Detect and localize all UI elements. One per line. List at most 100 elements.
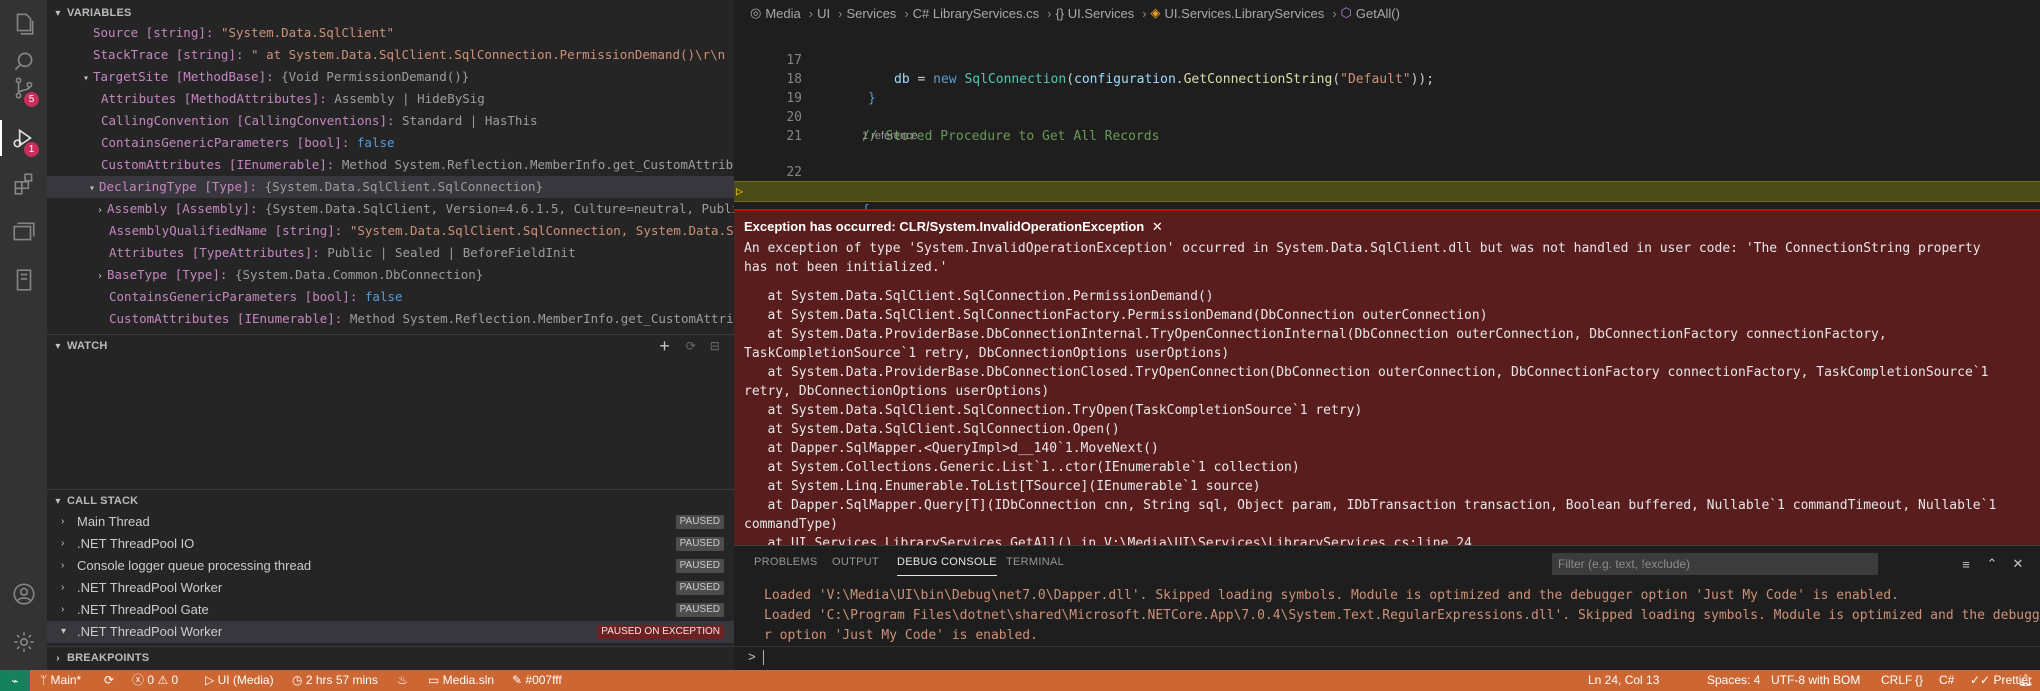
variable-row[interactable]: ContainsGenericParameters [bool]: false [47,286,734,308]
color-indicator[interactable]: ✎ #007fff [512,670,562,691]
problems-indicator[interactable]: ⓧ 0 ⚠ 0 [132,670,178,691]
status-bar: ⌁ ᛘ Main* ⟳ ⓧ 0 ⚠ 0 ▷ UI (Media) ◷ 2 hrs… [0,670,2040,691]
variable-row[interactable]: › Assembly [Assembly]: {System.Data.SqlCl… [47,198,734,220]
line-ending[interactable]: CRLF [1881,670,1912,691]
braces-icon[interactable]: {} [1915,670,1923,691]
variable-row[interactable]: Attributes [MethodAttributes]: Assembly … [47,88,734,110]
extensions-icon[interactable] [0,160,47,208]
console-output-line: r option 'Just My Code' is enabled. [764,628,1038,643]
thread-row[interactable]: › .NET ThreadPool Gate PAUSED [47,599,734,621]
variable-row[interactable]: Attributes [TypeAttributes]: Public | Se… [47,242,734,264]
variable-row[interactable]: ▾ TargetSite [MethodBase]: {Void Permissi… [47,66,734,88]
chevron-right-icon: › [61,516,65,527]
console-filter-input[interactable]: Filter (e.g. text, !exclude) [1552,553,1878,575]
chevron-right-icon: › [61,604,65,615]
thread-row[interactable]: › .NET ThreadPool IO PAUSED [47,533,734,555]
source-control-badge: 5 [24,92,39,107]
call-stack-section-header[interactable]: ▾ CALL STACK [47,489,734,512]
cursor-position[interactable]: Ln 24, Col 13 [1588,670,1659,691]
variables-section-header[interactable]: ▾ VARIABLES [47,2,734,24]
code-line[interactable]: 18 } [734,51,2040,106]
source-control-icon[interactable]: 5 [0,64,47,112]
variable-row[interactable]: CustomAttributes [IEnumerable]: Method S… [47,154,734,176]
stack-trace-line: at System.Linq.Enumerable.ToList[TSource… [744,479,1261,494]
flame-icon[interactable]: ♨ [397,670,408,691]
breadcrumb-item[interactable]: UI [817,6,830,21]
variable-row[interactable]: CallingConvention [CallingConventions]: … [47,110,734,132]
code-line[interactable]: 20 // Stored Procedure to Get All Record… [734,89,2040,144]
code-line-current[interactable]: ▷ 24 ● ▷ return db.Query<Libraries>("spG… [734,182,2040,294]
session-timer[interactable]: ◷ 2 hrs 57 mins [292,670,378,691]
exception-widget: Exception has occurred: CLR/System.Inval… [734,209,2040,549]
chevron-up-icon[interactable]: ⌃ [1982,554,2002,574]
tab-output[interactable]: OUTPUT [832,556,879,568]
code-line[interactable]: 19 [734,70,2040,106]
debug-icon: ▷ [205,673,218,687]
accounts-icon[interactable] [0,570,47,618]
variable-row[interactable]: StackTrace [string]: " at System.Data.Sq… [47,44,734,66]
bottom-panel: PROBLEMS OUTPUT DEBUG CONSOLE TERMINAL F… [734,545,2040,671]
codelens-references[interactable]: 1 reference [862,130,918,142]
remote-explorer-icon[interactable] [0,208,47,256]
chevron-down-icon: ▾ [55,7,61,19]
close-icon[interactable]: ✕ [1152,219,1163,234]
breadcrumb-item[interactable]: UI.Services.LibraryServices [1165,6,1325,21]
stack-trace-line: at System.Data.ProviderBase.DbConnection… [744,327,1895,361]
console-input[interactable]: > [734,646,2040,669]
search-icon[interactable] [0,6,47,71]
chevron-right-icon: › [96,271,104,282]
close-panel-icon[interactable]: ✕ [2008,554,2028,574]
branch-indicator[interactable]: ᛘ Main* [40,670,81,691]
variable-row[interactable]: › BaseType [Type]: {System.Data.Common.Db… [47,264,734,286]
tab-terminal[interactable]: TERMINAL [1006,556,1064,568]
chevron-down-icon: ▾ [61,626,67,637]
breadcrumb-item[interactable]: Services [846,6,896,21]
testing-icon[interactable] [0,256,47,304]
indentation[interactable]: Spaces: 4 [1707,670,1760,691]
watch-section-header[interactable]: ▾ WATCH + ⟳ ⊟ [47,334,734,357]
stack-trace-line: at System.Data.SqlClient.SqlConnection.T… [744,403,1363,418]
double-check-icon: ✓✓ [1970,673,1994,687]
variable-row[interactable]: ▾ DeclaringType [Type]: {System.Data.SqlC… [47,176,734,198]
sync-icon[interactable]: ⟳ [104,670,114,691]
breakpoints-section-header[interactable]: › BREAKPOINTS [47,646,734,669]
manage-gear-icon[interactable] [0,618,47,666]
stack-trace-line: at System.Data.SqlClient.SqlConnection.P… [744,289,1214,304]
variable-row[interactable]: AssemblyQualifiedName [string]: "System.… [47,220,734,242]
breadcrumb-item[interactable]: C# LibraryServices.cs [913,6,1039,21]
solution-indicator[interactable]: ▭ Media.sln [428,670,494,691]
refresh-icon[interactable]: ⟳ [686,339,696,353]
code-line[interactable]: 23 { [734,163,2040,218]
code-line[interactable]: 21 [734,108,2040,144]
status-badge: PAUSED [675,559,724,573]
add-expression-icon[interactable]: + [659,336,670,357]
debug-target[interactable]: ▷ UI (Media) [205,670,274,691]
folder-icon: ◎ [750,5,762,20]
variable-row[interactable]: Source [string]: "System.Data.SqlClient" [47,22,734,44]
thread-row[interactable]: › .NET ThreadPool Worker PAUSED [47,577,734,599]
remote-indicator-icon[interactable]: ⌁ [0,670,30,691]
code-line[interactable]: 22 public List<Libraries> GetAll() [734,144,2040,199]
breadcrumb-item[interactable]: {} UI.Services [1055,6,1134,21]
variable-row[interactable]: CustomAttributes [IEnumerable]: Method S… [47,308,734,330]
code-line[interactable]: 17 db = new SqlConnection(configuration.… [734,32,2040,87]
breadcrumb-item[interactable]: Media [765,6,800,21]
stack-trace-line: at System.Data.SqlClient.SqlConnection.O… [744,422,1120,437]
encoding[interactable]: UTF-8 with BOM [1771,670,1860,691]
run-debug-icon[interactable]: 1 [0,114,47,162]
tab-debug-console[interactable]: DEBUG CONSOLE [897,556,997,576]
notifications-icon[interactable]: 🔔︎ [2018,670,2033,691]
collapse-all-icon[interactable]: ⊟ [710,339,720,353]
thread-row[interactable]: › Console logger queue processing thread… [47,555,734,577]
thread-row[interactable]: ▾ .NET ThreadPool Worker PAUSED ON EXCEP… [47,621,734,643]
breadcrumb-item[interactable]: GetAll() [1356,6,1400,21]
tab-problems[interactable]: PROBLEMS [754,556,818,568]
thread-row[interactable]: › Main Thread PAUSED [47,511,734,533]
language-mode[interactable]: C# [1939,670,1954,691]
method-icon: ⬡ [1340,5,1352,20]
console-output-line: Loaded 'C:\Program Files\dotnet\shared\M… [764,608,2040,623]
variable-row[interactable]: ContainsGenericParameters [bool]: false [47,132,734,154]
clear-console-icon[interactable]: ≡ [1956,554,1976,574]
chevron-down-icon: ▾ [82,73,90,84]
breadcrumb: ◎ Media › UI › Services › C# LibraryService… [734,0,2040,26]
